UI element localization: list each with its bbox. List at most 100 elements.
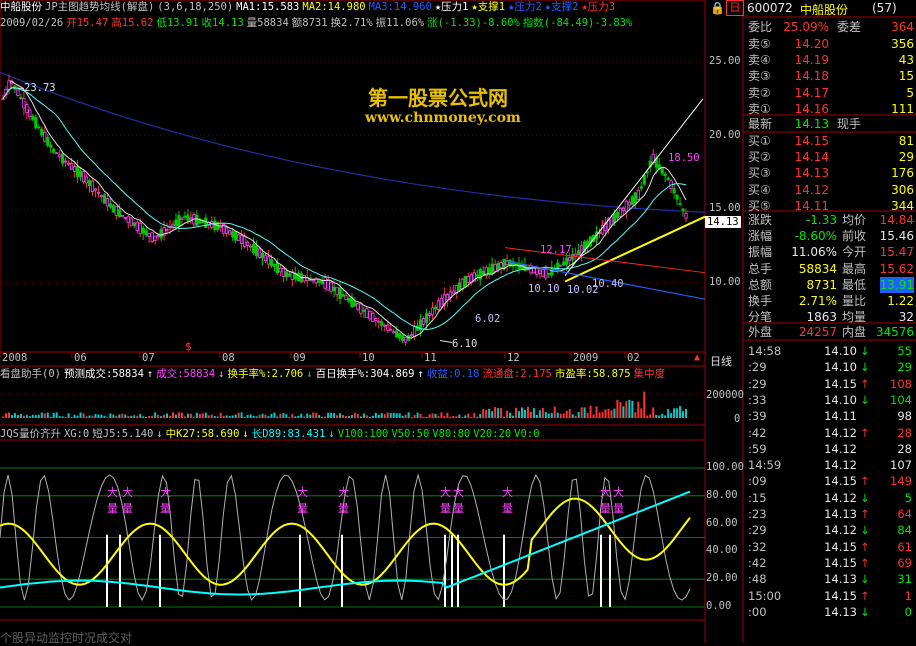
lock-icon[interactable]: 🔒 [710,1,725,15]
quote-cell: 总额 [748,277,773,292]
volume-bar [673,408,676,418]
date-label: 02 [627,352,640,364]
volume-bar [127,415,130,418]
volume-bar [553,406,556,418]
candle-body [433,306,438,310]
volume-bar [658,415,661,418]
candle-body [445,294,450,301]
volume-bar [306,413,309,418]
candle-body [138,222,142,235]
volume-bar [198,413,201,418]
tick-cell: 14.12 [824,425,857,440]
volume-bar [312,412,315,418]
candle-body [430,307,435,316]
volume-bar [562,413,565,418]
volume-bar [183,416,186,418]
quote-cell: 58834 [798,261,837,276]
tick-cell: 29 [897,360,912,375]
candle-body [180,217,184,220]
volume-bar [437,416,440,418]
sell-level: 卖③ 14.18 15 [745,68,916,84]
tick-cell: 31 [897,572,912,587]
volume-bar [345,415,347,418]
period-label[interactable]: 日线 [710,353,732,369]
header-item: JP主图趋势均线(解盘) [45,1,155,13]
header-item: 集中度 [633,368,666,380]
volume-bar [2,416,4,418]
candle-body [323,277,327,289]
candle-body [52,148,56,153]
tick-cell: 14.10 [824,392,857,407]
volume-bar [261,413,264,418]
candle-body [338,287,342,300]
volume-bar [515,407,518,418]
volume-bar [195,412,198,418]
volume-bar [526,406,529,418]
volume-bar [491,411,494,418]
volume-bar [160,416,163,418]
candle-body [618,207,623,217]
header-item: (3,6,18,250) [157,1,234,13]
tick-row: :42 14.12 ↑ 28 [745,426,916,442]
volume-bar [503,416,506,418]
volume-bar [544,412,547,418]
ma250-curve [0,71,706,213]
candle-body [681,208,685,211]
candle-body [186,214,190,221]
period-arrow-icon[interactable]: ▲ [694,352,700,363]
volume-bar [529,411,532,418]
candle-body [630,196,634,206]
split-marker-icon: $ [185,340,192,353]
candle-body [672,188,676,194]
candle-body [368,310,372,320]
annotation-1217: 12.17 [540,244,572,256]
volume-bar [49,416,52,418]
volume-bar [547,413,550,418]
volume-bar [82,413,85,418]
quote-cell: 总手 [748,261,773,276]
volume-bar [309,414,312,418]
volume-bar [458,414,461,418]
candle-body [383,324,387,327]
price-tick: 15.00 [709,202,741,215]
candle-body [660,167,664,174]
annotation-602: 6.02 [475,313,501,325]
candle-body [231,231,235,238]
volume-bar [177,412,180,418]
volume-signal-mark: 大量 [502,486,513,515]
volume-bar [604,409,607,418]
volume-bar [649,414,652,418]
candle-body [612,213,617,223]
volume-bar [431,413,434,418]
window-toggle-button[interactable]: 日 [726,0,744,16]
volume-signal-mark: 大量 [613,486,624,515]
waipan-row: 外盘 24257 内盘 34576 [745,324,916,340]
tick-row: :23 14.13 ↑ 64 [745,507,916,523]
tick-cell: :29 [748,376,767,391]
candle-body [269,259,274,267]
volume-bar [664,415,667,418]
indicator-title: JQS量价齐升 XG:0 短J5:5.140 ↓ 中K27:58.690 ↓ 长D89:83… [0,427,542,441]
tick-cell: :42 [748,425,767,440]
tick-cell: :42 [748,555,767,570]
candle-body [609,216,614,226]
quote-cell: 306 [891,182,914,197]
tick-cell: 28 [897,425,912,440]
tick-cell: 149 [890,474,912,489]
volume-bar [37,414,40,418]
volume-bar [488,408,491,418]
quote-cell: 14.13 [794,117,829,131]
volume-bars [0,391,705,419]
header-item: V50:50 [391,428,430,440]
volume-bar [461,416,464,418]
volume-bar [380,413,383,418]
candle-body [448,291,452,298]
volume-bar [13,413,16,418]
tick-cell: :29 [748,523,767,538]
volume-bar [282,413,285,418]
tick-cell: 14.12 [824,458,857,473]
tick-cell: 14.10 [824,344,857,358]
header-item: 短J5:5.140 [92,428,154,440]
header-item: V80:80 [432,428,471,440]
quote-cell: -1.33 [805,213,837,227]
